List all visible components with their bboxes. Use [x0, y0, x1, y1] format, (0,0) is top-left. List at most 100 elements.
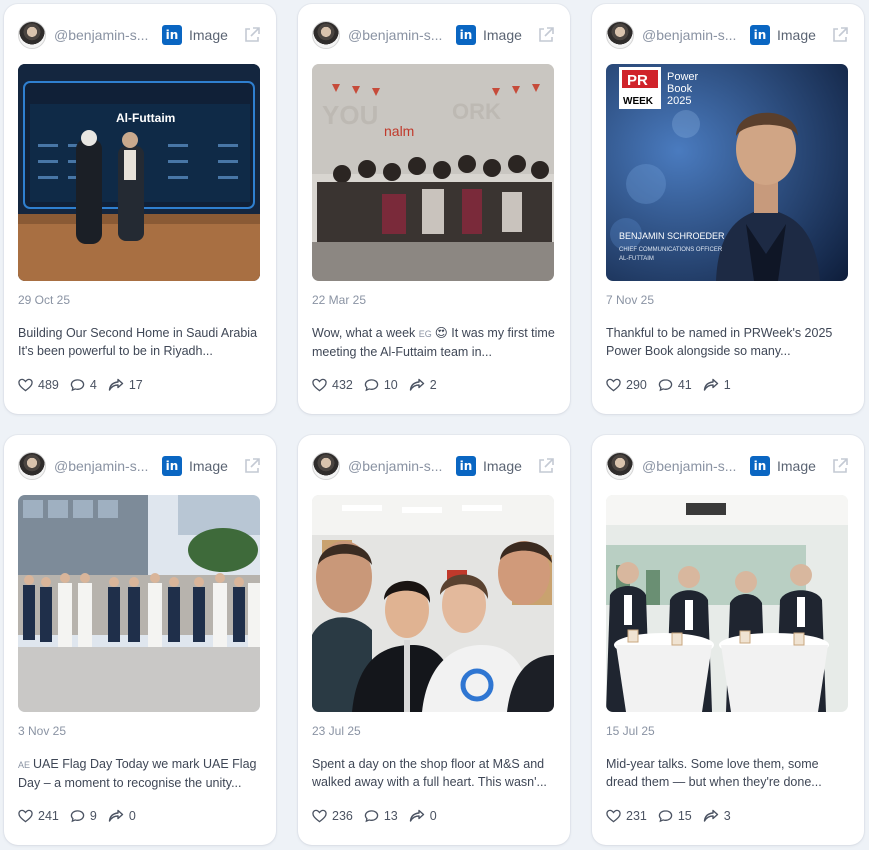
post-card[interactable]: @benjamin-s... in Image: [592, 435, 864, 845]
post-date: 3 Nov 25: [18, 724, 67, 738]
author-handle[interactable]: @benjamin-s...: [348, 27, 446, 43]
post-date: 22 Mar 25: [312, 293, 367, 307]
avatar[interactable]: [18, 21, 46, 49]
external-link-icon[interactable]: [242, 456, 262, 476]
post-text[interactable]: Mid-year talks. Some love them, some dre…: [606, 755, 851, 791]
avatar[interactable]: [18, 452, 46, 480]
card-header: @benjamin-s... in Image: [312, 450, 556, 482]
share-icon: [108, 809, 124, 822]
external-link-icon[interactable]: [830, 456, 850, 476]
card-header: @benjamin-s... in Image: [18, 19, 262, 51]
post-image[interactable]: [312, 495, 554, 712]
post-date: 29 Oct 25: [18, 293, 71, 307]
post-text[interactable]: Building Our Second Home in Saudi Arabia…: [18, 324, 263, 360]
external-link-icon[interactable]: [830, 25, 850, 45]
post-type-label: Image: [189, 458, 228, 474]
shares-count: 0: [128, 809, 136, 823]
likes-stat: 241: [18, 809, 59, 823]
post-stats: 489 4 17: [18, 378, 154, 392]
shares-count: 0: [429, 809, 437, 823]
author-handle[interactable]: @benjamin-s...: [642, 27, 740, 43]
external-link-icon[interactable]: [242, 25, 262, 45]
share-icon: [703, 378, 718, 391]
post-date: 15 Jul 25: [606, 724, 655, 738]
post-date: 23 Jul 25: [312, 724, 361, 738]
post-text[interactable]: AE UAE Flag Day Today we mark UAE Flag Da…: [18, 755, 263, 792]
powerbook-heading-1: Power: [667, 71, 699, 83]
screen-logo: Al-Futtaim: [116, 111, 175, 125]
likes-stat: 290: [606, 378, 647, 392]
post-stats: 432 10 2: [312, 378, 448, 392]
post-text-body: UAE Flag Day Today we mark UAE Flag Day …: [18, 757, 257, 790]
shares-stat: 2: [409, 378, 437, 392]
likes-count: 236: [332, 809, 353, 823]
avatar[interactable]: [312, 452, 340, 480]
post-image[interactable]: Al-Futtaim: [18, 64, 260, 281]
card-header: @benjamin-s... in Image: [606, 450, 850, 482]
heart-icon: [606, 378, 621, 392]
banner-logo: nalm: [384, 123, 414, 139]
post-card[interactable]: @benjamin-s... in Image PR WEEK Power Bo…: [592, 4, 864, 414]
share-icon: [409, 378, 424, 391]
likes-stat: 489: [18, 378, 59, 392]
svg-text:ORK: ORK: [452, 99, 501, 124]
post-stats: 231 15 3: [606, 809, 742, 823]
avatar[interactable]: [606, 21, 634, 49]
comments-stat: 41: [658, 378, 692, 392]
post-text[interactable]: Thankful to be named in PRWeek's 2025 Po…: [606, 324, 851, 360]
post-stats: 241 9 0: [18, 809, 147, 823]
post-text[interactable]: Spent a day on the shop floor at M&S and…: [312, 755, 557, 791]
likes-count: 432: [332, 378, 353, 392]
heart-icon: [312, 378, 327, 392]
post-card[interactable]: @benjamin-s... in Image 3 Nov 25 AE UAE F…: [4, 435, 276, 845]
post-card[interactable]: @benjamin-s... in Image YOU ORK nalm 22 …: [298, 4, 570, 414]
comment-icon: [364, 379, 379, 392]
post-type-label: Image: [777, 27, 816, 43]
comments-count: 15: [677, 809, 692, 823]
card-header: @benjamin-s... in Image: [312, 19, 556, 51]
external-link-icon[interactable]: [536, 25, 556, 45]
post-type-label: Image: [189, 27, 228, 43]
comments-stat: 9: [70, 809, 97, 823]
share-icon: [703, 809, 718, 822]
prweek-badge-top: PR: [627, 72, 648, 89]
linkedin-icon: in: [456, 456, 476, 476]
post-image[interactable]: PR WEEK Power Book 2025 BENJAMIN SCHROED…: [606, 64, 848, 281]
avatar[interactable]: [312, 21, 340, 49]
avatar[interactable]: [606, 452, 634, 480]
share-icon: [108, 378, 124, 391]
post-type-label: Image: [777, 458, 816, 474]
heart-icon: [18, 809, 33, 823]
author-handle[interactable]: @benjamin-s...: [348, 458, 446, 474]
author-handle[interactable]: @benjamin-s...: [54, 27, 152, 43]
author-handle[interactable]: @benjamin-s...: [54, 458, 152, 474]
uae-flag-icon: AE: [18, 760, 31, 770]
linkedin-icon: in: [456, 25, 476, 45]
linkedin-icon: in: [162, 25, 182, 45]
post-card[interactable]: @benjamin-s... in Image: [298, 435, 570, 845]
heart-icon: [312, 809, 327, 823]
external-link-icon[interactable]: [536, 456, 556, 476]
likes-count: 241: [38, 809, 59, 823]
likes-stat: 432: [312, 378, 353, 392]
likes-stat: 236: [312, 809, 353, 823]
post-image[interactable]: [606, 495, 848, 712]
post-text-prefix: Wow, what a week: [312, 326, 416, 340]
comments-count: 9: [89, 809, 97, 823]
powerbook-heading-3: 2025: [667, 95, 691, 107]
comments-count: 13: [383, 809, 398, 823]
heart-icon: [606, 809, 621, 823]
post-image[interactable]: [18, 495, 260, 712]
author-handle[interactable]: @benjamin-s...: [642, 458, 740, 474]
comments-stat: 4: [70, 378, 97, 392]
likes-count: 231: [626, 809, 647, 823]
post-date: 7 Nov 25: [606, 293, 655, 307]
post-card[interactable]: @benjamin-s... in Image Al-Futtaim 29 Oc…: [4, 4, 276, 414]
svg-text:YOU: YOU: [322, 100, 378, 130]
likes-stat: 231: [606, 809, 647, 823]
post-image[interactable]: YOU ORK nalm: [312, 64, 554, 281]
shares-stat: 3: [703, 809, 731, 823]
post-text[interactable]: Wow, what a week EG 😍 It was my first tim…: [312, 324, 557, 361]
post-type-label: Image: [483, 27, 522, 43]
shares-count: 2: [429, 378, 437, 392]
